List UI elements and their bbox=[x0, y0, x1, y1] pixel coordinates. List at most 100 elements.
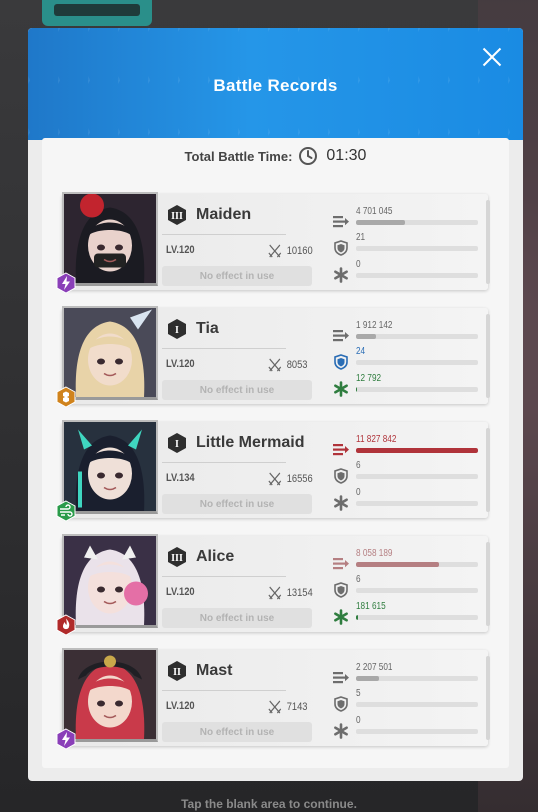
shield-stat: 21 bbox=[332, 232, 482, 258]
effect-status: No effect in use bbox=[162, 266, 312, 286]
svg-text:III: III bbox=[171, 211, 183, 222]
shield-bar bbox=[356, 702, 478, 707]
combat-power-value: 13154 bbox=[286, 587, 313, 599]
damage-bar bbox=[356, 676, 478, 681]
heal-value: 0 bbox=[356, 487, 361, 498]
combat-power-value: 16556 bbox=[286, 473, 313, 485]
shield-bar bbox=[356, 588, 478, 593]
divider bbox=[162, 462, 286, 463]
damage-bar-fill bbox=[356, 562, 439, 567]
combat-power: 10160 bbox=[268, 244, 313, 258]
heal-bar bbox=[356, 273, 478, 278]
total-battle-time-label: Total Battle Time: bbox=[184, 148, 293, 164]
damage-bar-fill bbox=[356, 676, 380, 681]
heal-bar bbox=[356, 615, 478, 620]
effect-status: No effect in use bbox=[162, 608, 312, 628]
divider bbox=[162, 234, 286, 235]
svg-text:II: II bbox=[173, 667, 181, 678]
combat-power-value: 10160 bbox=[286, 245, 313, 257]
modal-title: Battle Records bbox=[213, 76, 338, 95]
heal-stat: 181 615 bbox=[332, 601, 482, 627]
shield-bar bbox=[356, 360, 478, 365]
damage-bar bbox=[356, 220, 478, 225]
unit-name-area: I Little Mermaid bbox=[166, 432, 316, 454]
burst-badge-icon: III bbox=[168, 205, 186, 225]
burst-badge-icon: II bbox=[168, 661, 186, 681]
crossed-swords-icon bbox=[268, 586, 282, 600]
effect-status: No effect in use bbox=[162, 380, 312, 400]
heal-stat: 12 792 bbox=[332, 373, 482, 399]
wind-icon bbox=[55, 500, 77, 522]
combat-power: 16556 bbox=[268, 472, 313, 486]
battle-records-modal: Battle Records Total Battle Time: 01:30 bbox=[28, 28, 523, 781]
unit-name-area: I Tia bbox=[166, 318, 316, 340]
damage-value: 2 207 501 bbox=[356, 662, 393, 673]
shield-bar bbox=[356, 474, 478, 479]
unit-name: Mast bbox=[196, 662, 233, 679]
shield-value: 21 bbox=[356, 232, 366, 243]
unit-name: Maiden bbox=[196, 206, 252, 223]
shield-value: 24 bbox=[356, 346, 366, 357]
burst-badge-icon: I bbox=[168, 433, 186, 453]
shield-stat: 5 bbox=[332, 688, 482, 714]
unit-row: III Alice LV.120 13154 No effect in use … bbox=[56, 534, 490, 636]
lightning-icon bbox=[55, 728, 77, 750]
unit-level: LV.120 bbox=[166, 586, 195, 598]
shield-bar bbox=[356, 246, 478, 251]
damage-value: 8 058 189 bbox=[356, 548, 393, 559]
divider bbox=[162, 576, 286, 577]
unit-row: III Maiden LV.120 10160 No effect in use… bbox=[56, 192, 490, 294]
divider bbox=[162, 348, 286, 349]
combat-power-value: 8053 bbox=[286, 359, 308, 371]
clock-icon bbox=[299, 147, 318, 165]
damage-bar bbox=[356, 562, 478, 567]
shield-stat: 6 bbox=[332, 574, 482, 600]
damage-stat: 11 827 842 bbox=[332, 434, 482, 460]
crossed-swords-icon bbox=[268, 358, 282, 372]
shield-value: 5 bbox=[356, 688, 361, 699]
damage-value: 11 827 842 bbox=[356, 434, 397, 445]
damage-stat: 1 912 142 bbox=[332, 320, 482, 346]
damage-stat: 8 058 189 bbox=[332, 548, 482, 574]
heal-value: 181 615 bbox=[356, 601, 386, 612]
fire-icon bbox=[55, 614, 77, 636]
unit-level: LV.120 bbox=[166, 244, 195, 256]
heal-value: 0 bbox=[356, 715, 361, 726]
lightning-icon bbox=[55, 272, 77, 294]
effect-status: No effect in use bbox=[162, 494, 312, 514]
heal-bar bbox=[356, 387, 478, 392]
unit-name: Little Mermaid bbox=[196, 434, 305, 451]
unit-name: Alice bbox=[196, 548, 235, 565]
heal-value: 0 bbox=[356, 259, 361, 270]
total-battle-time: Total Battle Time: 01:30 bbox=[42, 146, 509, 166]
unit-level: LV.120 bbox=[166, 700, 195, 712]
unit-level: LV.120 bbox=[166, 358, 195, 370]
shield-stat: 6 bbox=[332, 460, 482, 486]
heal-stat: 0 bbox=[332, 715, 482, 741]
damage-bar bbox=[356, 334, 478, 339]
tap-to-continue-hint: Tap the blank area to continue. bbox=[181, 797, 357, 811]
unit-row: II Mast LV.120 7143 No effect in use 2 2… bbox=[56, 648, 490, 750]
shield-stat: 24 bbox=[332, 346, 482, 372]
svg-text:I: I bbox=[175, 325, 179, 336]
damage-value: 4 701 045 bbox=[356, 206, 393, 217]
heal-bar bbox=[356, 501, 478, 506]
heal-bar-fill bbox=[356, 387, 358, 392]
damage-bar-fill bbox=[356, 220, 405, 225]
heal-bar bbox=[356, 729, 478, 734]
crossed-swords-icon bbox=[268, 244, 282, 258]
modal-header: Battle Records bbox=[28, 28, 523, 140]
unit-name-area: II Mast bbox=[166, 660, 316, 682]
total-battle-time-value: 01:30 bbox=[326, 147, 367, 164]
honeycomb-icon bbox=[55, 386, 77, 408]
svg-text:III: III bbox=[171, 553, 183, 564]
combat-power: 13154 bbox=[268, 586, 313, 600]
combat-power: 8053 bbox=[268, 358, 308, 372]
close-button[interactable] bbox=[477, 42, 507, 72]
damage-bar bbox=[356, 448, 478, 453]
shield-value: 6 bbox=[356, 574, 361, 585]
heal-stat: 0 bbox=[332, 259, 482, 285]
unit-name: Tia bbox=[196, 320, 219, 337]
damage-stat: 2 207 501 bbox=[332, 662, 482, 688]
damage-stat: 4 701 045 bbox=[332, 206, 482, 232]
